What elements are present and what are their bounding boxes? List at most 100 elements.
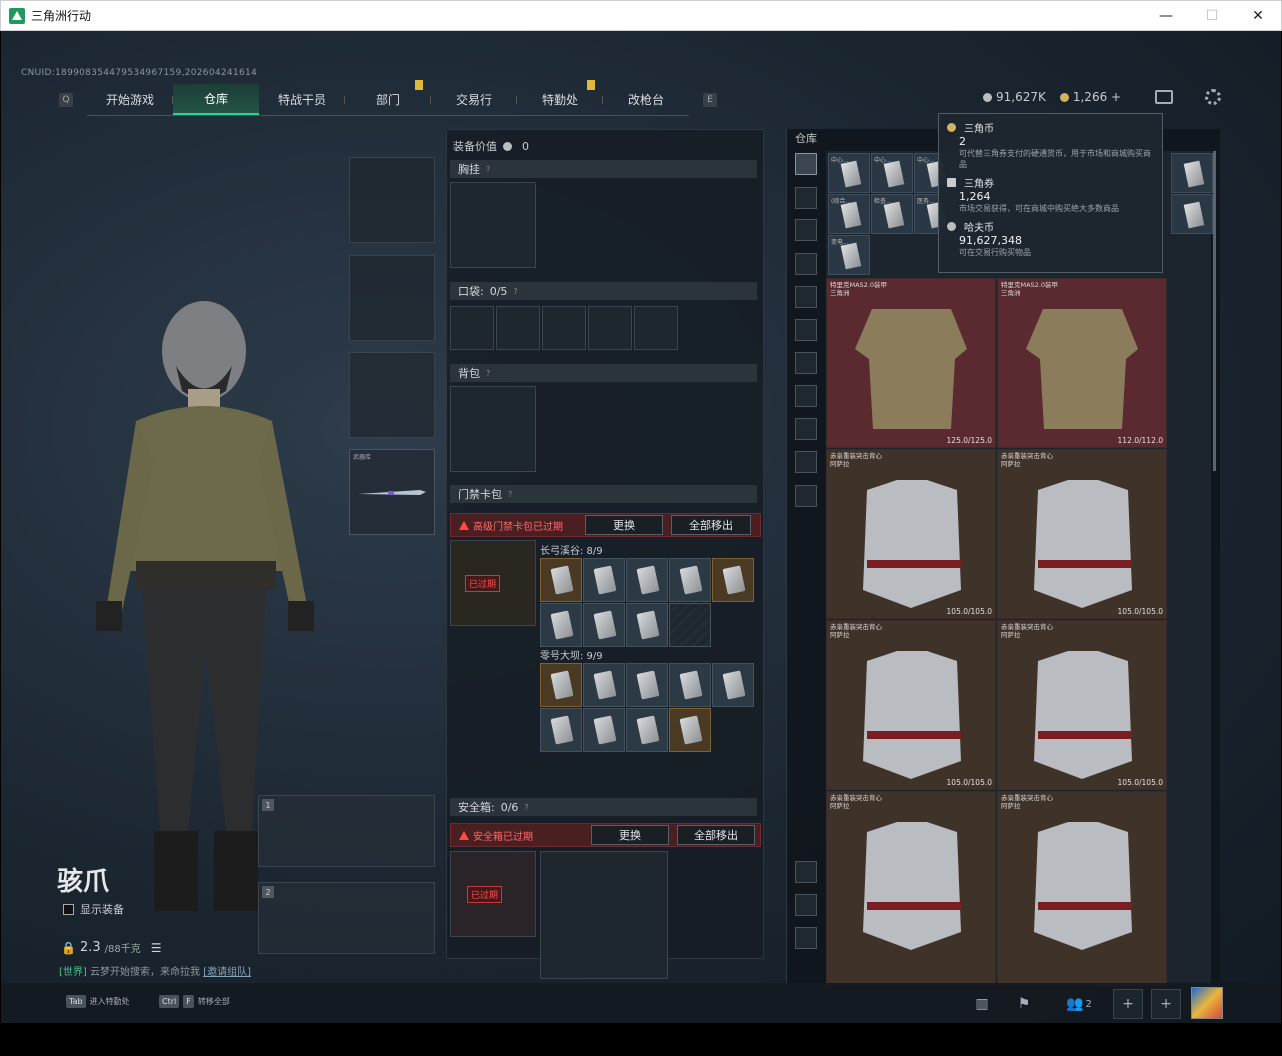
armor-item[interactable]: 赤枭重装突击背心 阿萨拉 105.0/105.0 — [826, 620, 996, 790]
stash-settings-icon[interactable] — [795, 485, 817, 507]
armor-item[interactable]: 赤枭重装突击背心 阿萨拉 — [826, 791, 996, 987]
stash-small-item[interactable] — [1171, 153, 1213, 193]
mail-icon[interactable] — [1155, 90, 1174, 104]
keycard-item[interactable] — [626, 603, 668, 647]
helmet-slot[interactable] — [349, 157, 435, 243]
pocket-slot[interactable] — [542, 306, 586, 350]
stash-small-item[interactable] — [1171, 194, 1213, 234]
stash-tab-icon[interactable] — [795, 352, 817, 374]
armor-item[interactable]: 特里克MAS2.0装甲 三角洲 112.0/112.0 — [997, 278, 1167, 448]
armor-item[interactable]: 赤枭重装突击背心 阿萨拉 105.0/105.0 — [997, 449, 1167, 619]
armor-item[interactable]: 赤枭重装突击背心 阿萨拉 105.0/105.0 — [826, 449, 996, 619]
tab-operators[interactable]: 特战干员 — [259, 84, 345, 115]
stash-tab-icon[interactable] — [795, 418, 817, 440]
keycard-item[interactable] — [583, 663, 625, 707]
stash-search-icon[interactable] — [795, 861, 817, 883]
add-teammate-button[interactable]: + — [1113, 989, 1143, 1019]
keycard-item[interactable] — [583, 708, 625, 752]
keycard-item[interactable] — [712, 558, 754, 602]
keycard-case-slot[interactable]: 已过期 — [450, 540, 536, 626]
stash-tab-icon[interactable] — [795, 319, 817, 341]
keycard-item[interactable] — [669, 663, 711, 707]
pistol-slot[interactable] — [349, 352, 435, 438]
keycard-item[interactable] — [712, 663, 754, 707]
list-icon[interactable]: ☰ — [151, 941, 162, 955]
player-avatar[interactable] — [1191, 987, 1223, 1019]
armor-item[interactable]: 特里克MAS2.0装甲 三角洲 125.0/125.0 — [826, 278, 996, 448]
keycard-item[interactable] — [540, 663, 582, 707]
pocket-slot[interactable] — [496, 306, 540, 350]
flag-icon[interactable]: ⚑ — [1009, 989, 1039, 1019]
keycard-replace-button[interactable]: 更换 — [585, 515, 663, 535]
stash-all-icon[interactable] — [795, 153, 817, 175]
ticket-currency[interactable]: 1,266 + — [1059, 90, 1121, 104]
stash-small-item[interactable]: 中心... — [871, 153, 913, 193]
settings-gear-icon[interactable] — [1205, 89, 1222, 105]
armor-item[interactable]: 赤枭重装突击背心 阿萨拉 — [997, 791, 1167, 987]
secondary-weapon-slot[interactable]: 2 — [258, 882, 435, 954]
hint-transfer-all[interactable]: Ctrl F 转移全部 — [159, 995, 230, 1008]
stash-tab-icon[interactable] — [795, 219, 817, 241]
stats-chart-icon[interactable]: ▥ — [967, 989, 997, 1019]
stash-small-item[interactable]: 检查... — [871, 194, 913, 234]
add-teammate-button[interactable]: + — [1151, 989, 1181, 1019]
stash-tab-icon[interactable] — [795, 385, 817, 407]
minimize-button[interactable]: — — [1143, 1, 1189, 31]
stash-small-item[interactable]: (综合... — [828, 194, 870, 234]
backpack-slot[interactable] — [450, 386, 536, 472]
keycard-item[interactable] — [626, 558, 668, 602]
tab-special-ops[interactable]: 特勤处 — [517, 80, 603, 115]
pocket-slot[interactable] — [634, 306, 678, 350]
pocket-slot[interactable] — [588, 306, 632, 350]
safebox-slot[interactable]: 已过期 — [450, 851, 536, 937]
safebox-grid[interactable] — [540, 851, 668, 979]
armor-slot[interactable] — [349, 255, 435, 341]
primary-weapon-slot[interactable]: 1 — [258, 795, 435, 867]
keycard-item[interactable] — [540, 558, 582, 602]
keycard-item[interactable] — [540, 708, 582, 752]
keycard-item[interactable] — [583, 603, 625, 647]
stash-small-item[interactable]: 变电... — [828, 235, 870, 275]
keycard-item[interactable] — [583, 558, 625, 602]
topup-button[interactable]: + — [1111, 90, 1121, 104]
stash-tab-icon[interactable] — [795, 253, 817, 275]
tab-gunsmith[interactable]: 改枪台 — [603, 84, 689, 115]
keycard-item[interactable] — [540, 603, 582, 647]
checkbox[interactable] — [63, 903, 74, 915]
tab-trading[interactable]: 交易行 — [431, 84, 517, 115]
hafu-coin-icon — [983, 93, 992, 102]
chest-rig-slot[interactable] — [450, 182, 536, 268]
stash-tab-icon[interactable] — [795, 286, 817, 308]
delta-ticket-icon — [947, 178, 956, 187]
close-button[interactable]: ✕ — [1235, 1, 1281, 31]
safebox-replace-button[interactable]: 更换 — [591, 825, 669, 845]
show-equipment-toggle[interactable]: 显示装备 — [63, 901, 124, 917]
stash-tab-icon[interactable] — [795, 451, 817, 473]
hafu-currency[interactable]: 91,627K — [983, 90, 1046, 104]
keycard-item[interactable] — [669, 708, 711, 752]
safebox-remove-all-button[interactable]: 全部移出 — [677, 825, 755, 845]
maximize-button[interactable]: ☐ — [1189, 1, 1235, 31]
keycard-item[interactable] — [626, 708, 668, 752]
invite-team-link[interactable]: [邀请组队] — [203, 967, 251, 978]
warning-icon — [459, 830, 469, 840]
tab-warehouse[interactable]: 仓库 — [173, 84, 259, 115]
friends-icon[interactable]: 👥 2 — [1059, 989, 1099, 1019]
keycard-item[interactable] — [669, 558, 711, 602]
armor-item[interactable]: 赤枭重装突击背心 阿萨拉 105.0/105.0 — [997, 620, 1167, 790]
stash-layers-icon[interactable] — [795, 894, 817, 916]
stash-scrollbar[interactable] — [1213, 151, 1216, 471]
stash-tab-icon[interactable] — [795, 187, 817, 209]
stash-sort-icon[interactable] — [795, 927, 817, 949]
stash-small-item[interactable]: 中心... — [828, 153, 870, 193]
hint-special-ops[interactable]: Tab 进入特勤处 — [66, 995, 130, 1008]
melee-weapon-slot[interactable]: 武器库 — [349, 449, 435, 535]
nav-next-key[interactable]: E — [703, 93, 717, 107]
keycard-item[interactable] — [626, 663, 668, 707]
tab-department[interactable]: 部门 — [345, 80, 431, 115]
hafu-coin-icon — [503, 141, 512, 151]
keycard-remove-all-button[interactable]: 全部移出 — [671, 515, 751, 535]
nav-prev-key[interactable]: Q — [59, 93, 73, 107]
pocket-slot[interactable] — [450, 306, 494, 350]
tab-start-game[interactable]: 开始游戏 — [87, 84, 173, 115]
